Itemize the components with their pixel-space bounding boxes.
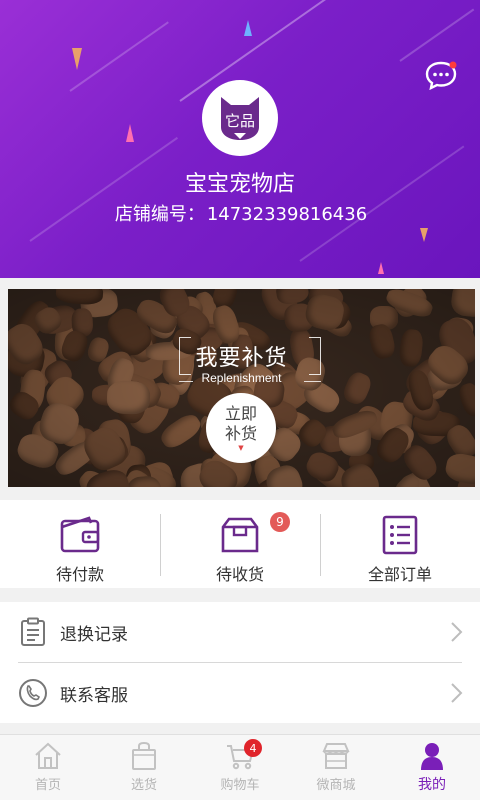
pending-receipt-badge: 9 xyxy=(270,512,290,532)
order-item-label: 全部订单 xyxy=(367,565,432,584)
tab-label: 首页 xyxy=(34,778,61,793)
banner-divider-right xyxy=(304,381,321,382)
phone-icon xyxy=(19,679,47,707)
restock-now-button[interactable]: 立即 补货 ▼ xyxy=(206,393,276,463)
chevron-right-icon xyxy=(451,683,463,703)
service-list: 退换记录 联系客服 xyxy=(0,602,480,723)
restock-button-line2: 补货 xyxy=(224,424,257,443)
order-all[interactable]: 全部订单 xyxy=(320,500,480,588)
decor-shard xyxy=(244,20,252,36)
store-icon xyxy=(322,743,350,769)
divider xyxy=(160,514,161,576)
clipboard-icon xyxy=(21,617,45,646)
replenish-banner[interactable]: 我要补货 Replenishment 立即 补货 ▼ xyxy=(8,289,475,487)
divider xyxy=(320,514,321,576)
tab-micro-mall[interactable]: 微商城 xyxy=(288,735,384,800)
tab-label: 购物车 xyxy=(220,778,260,793)
decor-shard xyxy=(126,124,134,142)
dog-logo-icon: 它品 xyxy=(221,97,259,140)
order-list-icon xyxy=(382,515,418,555)
order-item-label: 待收货 xyxy=(215,565,264,584)
tab-cart[interactable]: 4 购物车 xyxy=(192,735,288,800)
list-item-label: 联系客服 xyxy=(60,685,128,706)
bag-icon xyxy=(132,741,156,770)
tab-home[interactable]: 首页 xyxy=(0,735,96,800)
logo-text: 它品 xyxy=(225,112,255,130)
package-icon xyxy=(221,517,259,553)
decor-streak xyxy=(179,0,378,102)
message-button[interactable] xyxy=(424,60,458,91)
wallet-icon xyxy=(60,516,100,553)
tab-label: 我的 xyxy=(418,777,446,793)
tab-label: 微商城 xyxy=(316,778,356,793)
decor-shard xyxy=(378,262,384,274)
banner-title: 我要补货 xyxy=(195,346,288,371)
chevron-right-icon xyxy=(451,622,463,642)
list-item-label: 退换记录 xyxy=(60,624,128,645)
store-id-label: 店铺编号： xyxy=(114,204,205,225)
user-icon xyxy=(421,743,443,770)
tab-label: 选货 xyxy=(130,778,157,793)
list-item-return-records[interactable]: 退换记录 xyxy=(0,602,480,662)
decor-shard xyxy=(72,48,82,70)
order-shortcuts: 待付款 9 待收货 全部订单 xyxy=(0,500,480,588)
store-name: 宝宝宠物店 xyxy=(184,172,295,197)
chat-bubble-icon xyxy=(425,61,457,91)
decor-streak xyxy=(399,8,475,62)
home-icon xyxy=(35,742,61,769)
order-item-label: 待付款 xyxy=(55,565,104,584)
restock-button-line1: 立即 xyxy=(224,404,257,423)
bottom-tab-bar: 首页 选货 4 购物车 微商城 我的 xyxy=(0,734,480,800)
decor-shard xyxy=(420,228,428,242)
store-id-value: 14732339816436 xyxy=(206,204,368,225)
list-item-contact-service[interactable]: 联系客服 xyxy=(0,663,480,723)
tab-mine[interactable]: 我的 xyxy=(384,735,480,800)
order-pending-payment[interactable]: 待付款 xyxy=(0,500,160,588)
order-pending-receipt[interactable]: 9 待收货 xyxy=(160,500,320,588)
cart-count-badge: 4 xyxy=(244,739,262,757)
store-header: 它品 宝宝宠物店 店铺编号： 14732339816436 xyxy=(0,0,480,278)
banner-subtitle: Replenishment xyxy=(201,371,282,385)
decor-streak xyxy=(69,21,169,92)
caret-down-icon: ▼ xyxy=(238,444,244,452)
store-logo: 它品 xyxy=(202,80,278,156)
tab-select-goods[interactable]: 选货 xyxy=(96,735,192,800)
store-id-row: 店铺编号： 14732339816436 xyxy=(0,200,480,226)
